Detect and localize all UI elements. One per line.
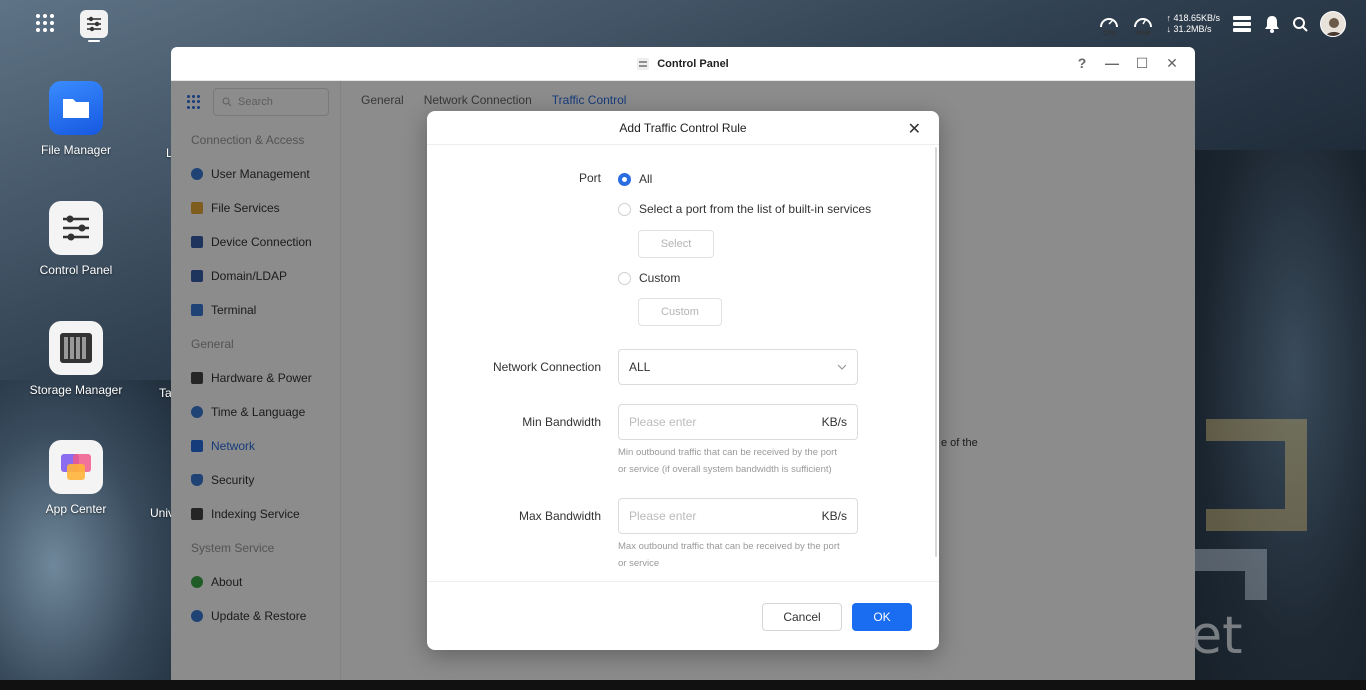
network-speed[interactable]: ↑ 418.65KB/s ↓ 31.2MB/s — [1166, 13, 1220, 35]
hint-line: Max outbound traffic that can be receive… — [618, 541, 840, 552]
select-service-button[interactable]: Select — [638, 230, 714, 258]
apps-grid-icon[interactable] — [36, 14, 54, 32]
dialog-header: Add Traffic Control Rule ✕ — [427, 111, 939, 145]
avatar[interactable] — [1320, 11, 1346, 37]
hint-line: Min outbound traffic that can be receive… — [618, 447, 837, 458]
download-speed: ↓ 31.2MB/s — [1166, 24, 1212, 34]
upload-speed: ↑ 418.65KB/s — [1166, 13, 1220, 23]
dialog-scrollbar[interactable] — [935, 147, 937, 557]
desktop-partial-label: Ta — [159, 386, 172, 400]
minimize-button[interactable]: — — [1105, 55, 1119, 72]
network-connection-value: ALL — [629, 360, 651, 374]
desktop-icon-label: File Manager — [40, 143, 112, 157]
wallpaper-wave — [0, 380, 180, 690]
add-traffic-rule-dialog: Add Traffic Control Rule ✕ Port All Sele… — [427, 111, 939, 650]
control-panel-icon — [49, 201, 103, 255]
chevron-down-icon — [837, 364, 847, 370]
desktop-icon-label: App Center — [45, 502, 107, 516]
min-bandwidth-placeholder: Please enter — [629, 415, 697, 429]
network-connection-select[interactable]: ALL — [618, 349, 858, 385]
active-app-indicator — [88, 40, 100, 42]
desktop-icon-control-panel[interactable]: Control Panel — [21, 201, 131, 277]
desktop-icon-label: Control Panel — [39, 263, 113, 277]
control-panel-title-icon — [637, 57, 650, 70]
port-option-all[interactable]: All — [618, 172, 652, 186]
search-icon[interactable] — [1292, 16, 1308, 32]
radio-button[interactable] — [618, 271, 631, 285]
hint-line: or service — [618, 558, 660, 569]
folder-icon — [49, 81, 103, 135]
storage-manager-icon — [49, 321, 103, 375]
window-title: Control Panel — [657, 57, 729, 70]
min-bandwidth-input[interactable]: Please enter KB/s — [618, 404, 858, 440]
hint-line: or service (if overall system bandwidth … — [618, 464, 832, 475]
dialog-body: Port All Select a port from the list of … — [427, 145, 939, 581]
desktop-icon-file-manager[interactable]: File Manager — [21, 81, 131, 157]
custom-port-input[interactable]: Custom — [638, 298, 722, 326]
network-connection-label: Network Connection — [492, 360, 601, 374]
maximize-button[interactable]: ☐ — [1135, 55, 1149, 72]
top-bar: CPU RAM ↑ 418.65KB/s ↓ 31.2MB/s — [0, 0, 1366, 46]
cpu-label: CPU — [1103, 31, 1116, 37]
port-option-label: All — [639, 172, 653, 186]
control-panel-taskbar-icon[interactable] — [80, 10, 108, 38]
storage-icon[interactable] — [1232, 15, 1252, 33]
bell-icon[interactable] — [1264, 15, 1280, 33]
port-option-builtin[interactable]: Select a port from the list of built-in … — [618, 202, 871, 216]
port-option-label: Custom — [639, 271, 681, 285]
dialog-title: Add Traffic Control Rule — [619, 120, 747, 135]
min-bandwidth-unit: KB/s — [821, 415, 847, 429]
ram-gauge-icon[interactable]: RAM — [1132, 13, 1154, 37]
min-bandwidth-hint: Min outbound traffic that can be receive… — [618, 444, 868, 478]
port-label: Port — [578, 171, 601, 185]
taskbar-strip — [0, 680, 1366, 690]
dialog-footer: Cancel OK — [427, 581, 939, 650]
system-tray: CPU RAM ↑ 418.65KB/s ↓ 31.2MB/s — [1098, 10, 1346, 38]
radio-button[interactable] — [618, 202, 631, 216]
radio-button-checked[interactable] — [618, 172, 631, 186]
app-center-icon — [49, 440, 103, 494]
desktop-icon-storage-manager[interactable]: Storage Manager — [21, 321, 131, 397]
max-bandwidth-label: Max Bandwidth — [518, 509, 601, 523]
desktop-icon-app-center[interactable]: App Center — [21, 440, 131, 516]
port-option-custom[interactable]: Custom — [618, 271, 680, 285]
close-window-button[interactable]: ✕ — [1165, 55, 1179, 72]
cancel-button[interactable]: Cancel — [762, 603, 842, 631]
desktop-icon-label: Storage Manager — [29, 383, 123, 397]
ram-label: RAM — [1136, 31, 1151, 37]
max-bandwidth-placeholder: Please enter — [629, 509, 697, 523]
help-button[interactable]: ? — [1075, 55, 1089, 72]
max-bandwidth-unit: KB/s — [821, 509, 847, 523]
max-bandwidth-hint: Max outbound traffic that can be receive… — [618, 538, 868, 572]
cpu-gauge-icon[interactable]: CPU — [1098, 13, 1120, 37]
min-bandwidth-label: Min Bandwidth — [522, 415, 601, 429]
max-bandwidth-input[interactable]: Please enter KB/s — [618, 498, 858, 534]
port-option-label: Select a port from the list of built-in … — [639, 202, 872, 216]
window-title-bar[interactable]: Control Panel ? — ☐ ✕ — [171, 47, 1195, 81]
dialog-close-button[interactable]: ✕ — [908, 119, 921, 139]
ok-button[interactable]: OK — [852, 603, 912, 631]
